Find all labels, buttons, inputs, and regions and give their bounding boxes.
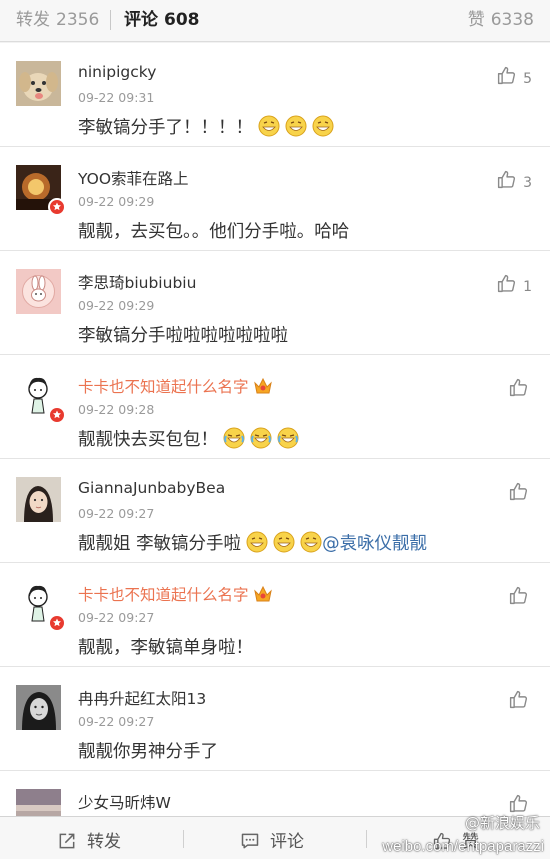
grin-emoji-icon — [258, 115, 280, 137]
like-count: 1 — [523, 279, 532, 295]
bottom-divider — [366, 830, 367, 848]
comment-text: 靓靓，李敏镐单身啦！ — [78, 638, 253, 658]
comment-time: 09-22 09:27 — [78, 610, 155, 625]
tab-comment-label: 评论 — [124, 10, 158, 30]
tab-like-label: 赞 — [467, 10, 485, 30]
comment-label: 评论 — [270, 832, 304, 852]
thumbs-up-icon — [498, 274, 516, 293]
like-count: 3 — [523, 175, 532, 191]
tab-like[interactable]: 赞 6338 — [468, 9, 534, 31]
like-button[interactable] — [508, 481, 529, 503]
verified-badge-icon — [48, 198, 66, 216]
commenter-name[interactable]: 李思琦biubiubiu — [78, 271, 196, 293]
like-button[interactable]: 5 — [496, 65, 532, 87]
watermark-logo: @新浪娱乐 — [464, 814, 540, 832]
tab-repost-label: 转发 — [16, 10, 50, 30]
thumbs-up-icon — [509, 482, 528, 501]
tab-repost-count: 2356 — [56, 10, 100, 30]
comment-time: 09-22 09:27 — [78, 506, 155, 521]
comment-text-content: 靓靓快去买包包！ — [78, 430, 218, 450]
commenter-name[interactable]: ninipigcky — [78, 63, 156, 81]
laugh-cry-emoji-icon — [277, 427, 299, 449]
comment-text: 李敏镐分手啦啦啦啦啦啦啦 — [78, 326, 288, 346]
mention-link[interactable]: @袁咏仪靓靓 — [322, 534, 427, 554]
commenter-name-text: 卡卡也不知道起什么名字 — [78, 378, 249, 396]
commenter-name[interactable]: 卡卡也不知道起什么名字 — [78, 583, 273, 605]
commenter-name[interactable]: 冉冉升起红太阳13 — [78, 687, 206, 709]
thumbs-up-icon — [509, 586, 528, 605]
comment-item[interactable]: 卡卡也不知道起什么名字 09-22 09:28 靓靓快去买包包！ — [0, 355, 550, 459]
comment-item[interactable]: YOO索菲在路上 09-22 09:29 靓靓，去买包。。他们分手啦。哈哈 3 — [0, 147, 550, 251]
comment-text: 靓靓你男神分手了 — [78, 742, 218, 762]
grin-emoji-icon — [273, 531, 295, 553]
thumbs-up-icon — [498, 66, 516, 85]
tab-like-count: 6338 — [490, 10, 534, 30]
comment-time: 09-22 09:31 — [78, 90, 155, 105]
tab-divider — [110, 10, 111, 30]
comment-text: 靓靓快去买包包！ — [78, 426, 299, 451]
bunny-avatar[interactable] — [16, 269, 61, 314]
like-button[interactable] — [508, 585, 529, 607]
thumbs-up-icon — [509, 378, 528, 397]
comment-text: 靓靓姐 李敏镐分手啦 @袁咏仪靓靓 — [78, 530, 427, 555]
like-button[interactable] — [508, 377, 529, 399]
thumbs-up-icon — [498, 170, 516, 189]
repost-button[interactable]: 转发 — [57, 827, 121, 852]
commenter-name[interactable]: 少女马昕炜W — [78, 791, 171, 813]
comment-icon — [241, 833, 259, 849]
commenter-name[interactable]: YOO索菲在路上 — [78, 167, 189, 189]
like-count: 5 — [523, 71, 532, 87]
commenter-name[interactable]: GiannaJunbabyBea — [78, 479, 225, 497]
laugh-cry-emoji-icon — [250, 427, 272, 449]
member-crown-icon — [253, 585, 272, 602]
comment-list: ninipigcky 09-22 09:31 李敏镐分手了！！！！ 5 YOO索… — [0, 43, 550, 831]
commenter-name-text: 卡卡也不知道起什么名字 — [78, 586, 249, 604]
commenter-name[interactable]: 卡卡也不知道起什么名字 — [78, 375, 273, 397]
comment-item[interactable]: ninipigcky 09-22 09:31 李敏镐分手了！！！！ 5 — [0, 43, 550, 147]
thumbs-up-icon — [509, 794, 528, 813]
member-crown-icon — [253, 377, 272, 394]
comment-item[interactable]: 卡卡也不知道起什么名字 09-22 09:27 靓靓，李敏镐单身啦！ — [0, 563, 550, 667]
comment-time: 09-22 09:29 — [78, 298, 155, 313]
comment-item[interactable]: 冉冉升起红太阳13 09-22 09:27 靓靓你男神分手了 — [0, 667, 550, 771]
grin-emoji-icon — [285, 115, 307, 137]
grin-emoji-icon — [300, 531, 322, 553]
verified-badge-icon — [48, 614, 66, 632]
comment-button[interactable]: 评论 — [240, 827, 304, 852]
thumbs-up-icon — [509, 690, 528, 709]
comment-tabs: 转发 2356 评论 608 赞 6338 — [0, 0, 550, 42]
laugh-cry-emoji-icon — [223, 427, 245, 449]
tab-comment-count: 608 — [164, 10, 200, 30]
grin-emoji-icon — [312, 115, 334, 137]
like-button[interactable]: 3 — [496, 169, 532, 191]
watermark-url: weibo.com/entpaparazzi — [382, 838, 544, 855]
comment-text-content: 李敏镐分手了！！！！ — [78, 118, 253, 138]
comment-text: 靓靓，去买包。。他们分手啦。哈哈 — [78, 222, 350, 242]
comment-time: 09-22 09:29 — [78, 194, 155, 209]
comment-time: 09-22 09:28 — [78, 402, 155, 417]
grin-emoji-icon — [246, 531, 268, 553]
dog-avatar[interactable] — [16, 61, 61, 106]
photo-avatar[interactable] — [16, 477, 61, 522]
comment-item[interactable]: GiannaJunbabyBea 09-22 09:27 靓靓姐 李敏镐分手啦 @… — [0, 459, 550, 563]
tab-comment[interactable]: 评论 608 — [124, 9, 200, 31]
repost-label: 转发 — [87, 832, 121, 852]
tab-repost[interactable]: 转发 2356 — [16, 9, 99, 31]
bw-photo-avatar[interactable] — [16, 685, 61, 730]
comment-item[interactable]: 李思琦biubiubiu 09-22 09:29 李敏镐分手啦啦啦啦啦啦啦 1 — [0, 251, 550, 355]
comment-text: 李敏镐分手了！！！！ — [78, 114, 334, 139]
repost-icon — [59, 833, 75, 849]
verified-badge-icon — [48, 406, 66, 424]
like-button[interactable]: 1 — [496, 273, 532, 295]
bottom-divider — [183, 830, 184, 848]
comment-time: 09-22 09:27 — [78, 714, 155, 729]
like-button[interactable] — [508, 689, 529, 711]
comment-text-content: 靓靓姐 李敏镐分手啦 — [78, 534, 242, 554]
